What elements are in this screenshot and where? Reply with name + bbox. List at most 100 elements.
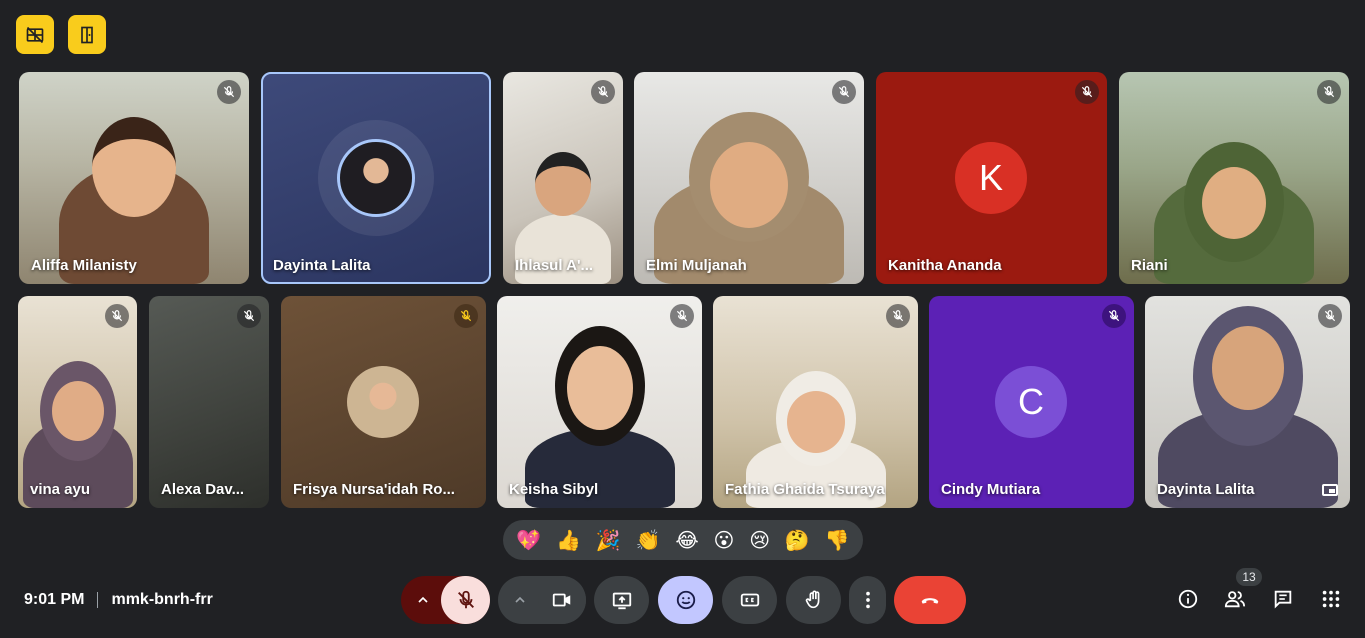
meeting-details-button[interactable] (1175, 586, 1201, 612)
participant-name: vina ayu (30, 481, 91, 498)
people-icon (1224, 591, 1246, 608)
mic-off-indicator (591, 80, 615, 104)
camera-options-button[interactable] (498, 576, 542, 624)
participant-name: Dayinta Lalita (273, 257, 371, 274)
mic-off-icon (111, 310, 123, 322)
participant-name: Kanitha Ananda (888, 257, 1002, 274)
participant-tile[interactable]: Fathia Ghaida Tsuraya (713, 296, 918, 508)
mic-off-indicator (1318, 304, 1342, 328)
chevron-up-icon (418, 596, 428, 603)
door-button[interactable] (68, 15, 106, 54)
speaking-ring (318, 120, 434, 236)
participant-tile[interactable]: Elmi Muljanah (634, 72, 864, 284)
mic-off-icon (838, 86, 850, 98)
mic-off-icon (892, 310, 904, 322)
mic-options-button[interactable] (401, 576, 445, 624)
activities-button[interactable] (1318, 586, 1344, 612)
reaction-sad[interactable]: 😢 (749, 530, 770, 550)
reaction-party[interactable]: 🎉 (596, 530, 621, 550)
participant-tile[interactable]: Keisha Sibyl (497, 296, 702, 508)
chat-button[interactable] (1270, 586, 1296, 612)
info-icon (1178, 589, 1198, 609)
participant-name: Ihlasul A'... (515, 257, 594, 274)
raise-hand-button[interactable] (786, 576, 841, 624)
mic-off-icon (223, 86, 235, 98)
present-screen-icon (612, 592, 631, 610)
participant-tile[interactable]: C Cindy Mutiara (929, 296, 1134, 508)
participant-tile[interactable]: Ihlasul A'... (503, 72, 623, 284)
camera-control-group (498, 576, 586, 624)
reaction-thinking[interactable]: 🤔 (785, 530, 810, 550)
participant-name: Alexa Dav... (161, 481, 245, 498)
reaction-thumbs-up[interactable]: 👍 (556, 530, 581, 550)
mic-off-icon (676, 310, 688, 322)
participant-tile-self[interactable]: Dayinta Lalita (1145, 296, 1350, 508)
picture-in-picture-icon[interactable] (1322, 484, 1338, 496)
no-video-grid-icon (26, 26, 44, 43)
mic-off-icon (1323, 86, 1335, 98)
participant-tile[interactable]: vina ayu (18, 296, 137, 508)
reaction-laugh[interactable]: 😂 (675, 530, 698, 550)
apps-grid-icon (1322, 590, 1340, 608)
participant-name: Elmi Muljanah (646, 257, 747, 274)
chat-icon (1274, 590, 1292, 609)
participant-count-badge: 13 (1236, 568, 1262, 586)
reaction-surprised[interactable]: 😮 (714, 530, 735, 550)
mic-off-icon (597, 86, 609, 98)
hide-tiles-button[interactable] (16, 15, 54, 54)
mic-toggle-button[interactable] (441, 576, 490, 624)
meeting-time: 9:01 PM (24, 591, 85, 608)
mic-off-icon (460, 310, 472, 322)
mic-off-icon (1108, 310, 1120, 322)
participant-tile[interactable]: Frisya Nursa'idah Ro... (281, 296, 486, 508)
participant-name: Cindy Mutiara (941, 481, 1041, 498)
divider (97, 592, 99, 608)
participant-tile-active[interactable]: Dayinta Lalita (261, 72, 491, 284)
avatar (347, 366, 419, 438)
mic-off-indicator (217, 80, 241, 104)
emoji-button[interactable] (658, 576, 713, 624)
microphone-off-icon (457, 590, 474, 609)
avatar-letter: C (995, 366, 1067, 438)
door-icon (81, 26, 93, 43)
participant-name: Dayinta Lalita (1157, 481, 1255, 498)
leave-call-icon (921, 598, 939, 604)
reaction-heart[interactable]: 💖 (516, 530, 541, 550)
mic-off-indicator (454, 304, 478, 328)
people-button[interactable] (1222, 586, 1248, 612)
participant-name: Keisha Sibyl (509, 481, 599, 498)
participant-tile[interactable]: Alexa Dav... (149, 296, 269, 508)
leave-call-button[interactable] (894, 576, 966, 624)
mic-off-icon (1081, 86, 1093, 98)
mic-off-indicator (832, 80, 856, 104)
more-options-button[interactable] (849, 576, 886, 624)
reaction-clap[interactable]: 👏 (636, 530, 661, 550)
mic-off-indicator (886, 304, 910, 328)
mic-control-group (401, 576, 490, 624)
participant-tile[interactable]: K Kanitha Ananda (876, 72, 1107, 284)
mic-off-indicator (105, 304, 129, 328)
mic-off-indicator (237, 304, 261, 328)
mic-off-indicator (1075, 80, 1099, 104)
mic-off-icon (1324, 310, 1336, 322)
video-camera-icon (552, 593, 571, 607)
participant-name: Fathia Ghaida Tsuraya (725, 481, 885, 498)
mic-off-indicator (1317, 80, 1341, 104)
participant-name: Riani (1131, 257, 1168, 274)
mic-off-indicator (670, 304, 694, 328)
participant-tile[interactable]: Aliffa Milanisty (19, 72, 249, 284)
reaction-thumbs-down[interactable]: 👎 (825, 530, 850, 550)
meeting-info: 9:01 PM mmk-bnrh-frr (24, 591, 213, 609)
meeting-code: mmk-bnrh-frr (111, 591, 213, 608)
captions-button[interactable] (722, 576, 777, 624)
mic-off-indicator (1102, 304, 1126, 328)
raise-hand-icon (805, 590, 819, 609)
avatar (337, 139, 415, 217)
camera-toggle-button[interactable] (538, 576, 586, 624)
present-button[interactable] (594, 576, 649, 624)
participant-tile[interactable]: Riani (1119, 72, 1349, 284)
participant-name: Aliffa Milanisty (31, 257, 137, 274)
emoji-icon (676, 590, 695, 610)
mic-off-icon (243, 310, 255, 322)
closed-captions-icon (740, 593, 759, 607)
